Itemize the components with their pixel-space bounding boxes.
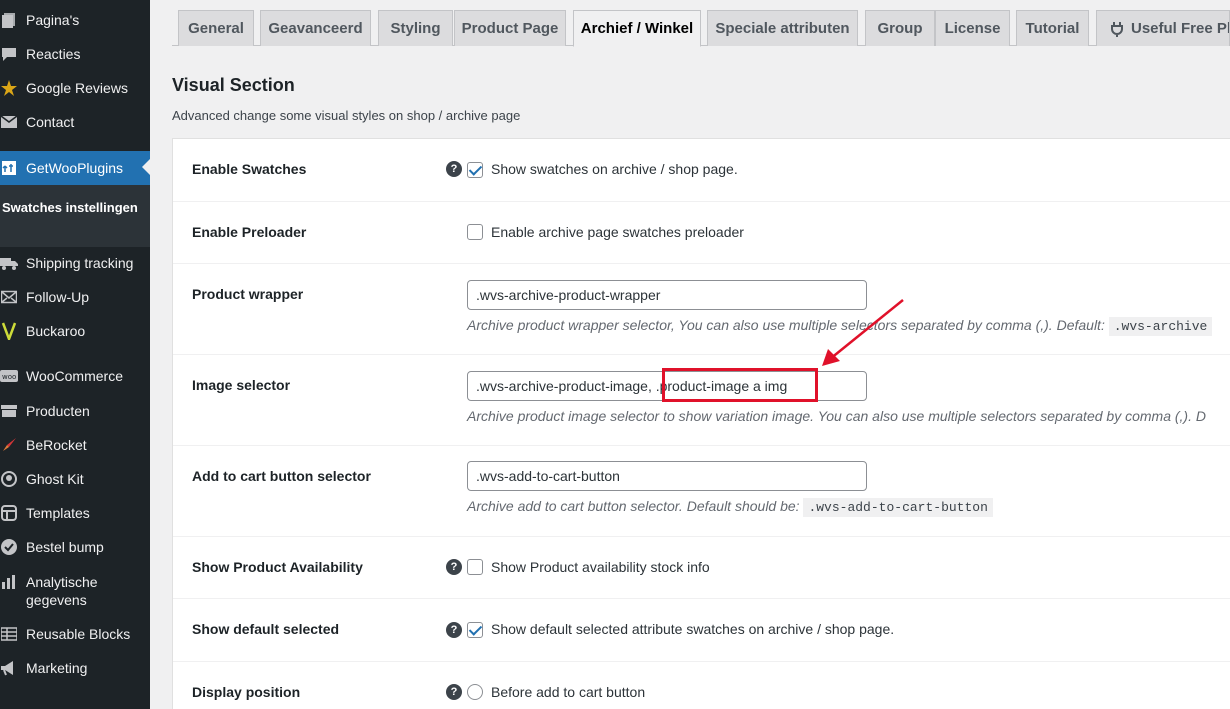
sidebar-item-berocket[interactable]: BeRocket [0,436,150,454]
woo-icon: woo [0,367,18,385]
row-product-availability: Show Product Availability ? Show Product… [173,537,1230,599]
comments-icon [0,45,18,63]
sidebar-item-google-reviews[interactable]: Google Reviews [0,79,150,97]
add-to-cart-description: Archive add to cart button selector. Def… [467,498,993,517]
truck-icon [0,254,18,272]
megaphone-icon [0,659,18,677]
envelope-icon [0,288,18,306]
row-default-selected: Show default selected ? Show default sel… [173,599,1230,662]
row-product-wrapper: Product wrapper .wvs-archive-product-wra… [173,264,1230,355]
buckaroo-icon [0,322,18,340]
row-enable-preloader: Enable Preloader Enable archive page swa… [173,202,1230,264]
settings-tabs: General Geavanceerd Styling Product Page… [172,0,1230,47]
tab-archive-shop[interactable]: Archief / Winkel [573,10,701,47]
plug-icon [1109,21,1125,37]
plugin-icon [0,159,18,177]
sidebar-item-ghost-kit[interactable]: Ghost Kit [0,470,150,488]
svg-text:woo: woo [2,373,16,381]
tab-advanced[interactable]: Geavanceerd [260,10,371,46]
sidebar-item-templates[interactable]: Templates [0,504,150,522]
section-description: Advanced change some visual styles on sh… [172,108,521,123]
tab-group[interactable]: Group [865,10,935,46]
sidebar-item-follow-up[interactable]: Follow-Up [0,288,150,306]
check-circle-icon [0,538,18,556]
tab-license[interactable]: License [935,10,1010,46]
sidebar-item-buckaroo[interactable]: Buckaroo [0,322,150,340]
tab-general[interactable]: General [178,10,254,46]
submenu-item-swatches-settings[interactable]: Swatches instellingen [2,199,142,217]
enable-swatches-checkbox[interactable] [467,162,483,178]
row-display-position: Display position ? Before add to cart bu… [192,684,646,700]
admin-sidebar: Pagina's Reacties Google Reviews Contact… [0,0,150,709]
sidebar-item-reusable-blocks[interactable]: Reusable Blocks [0,625,150,643]
pages-icon [0,11,18,29]
help-icon[interactable]: ? [446,622,462,638]
help-icon[interactable]: ? [446,684,462,700]
display-position-radio[interactable] [467,684,483,700]
sidebar-item-comments[interactable]: Reacties [0,45,150,63]
row-add-to-cart: Add to cart button selector .wvs-add-to-… [173,446,1230,537]
tab-product-page[interactable]: Product Page [454,10,566,46]
templates-icon [0,504,18,522]
product-wrapper-input[interactable]: .wvs-archive-product-wrapper [467,280,867,310]
sidebar-item-analytics[interactable]: Analytische gegevens [0,573,150,609]
product-availability-checkbox[interactable] [467,559,483,575]
help-icon[interactable]: ? [446,161,462,177]
tab-special-attributes[interactable]: Speciale attributen [707,10,858,46]
tab-useful-free-plugins[interactable]: Useful Free Plu [1096,10,1230,46]
sidebar-item-getwooplugins[interactable]: GetWooPlugins [0,151,150,185]
sidebar-item-shipping-tracking[interactable]: Shipping tracking [0,254,150,272]
sidebar-item-contact[interactable]: Contact [0,113,150,131]
sidebar-item-pages[interactable]: Pagina's [0,11,150,29]
add-to-cart-input[interactable]: .wvs-add-to-cart-button [467,461,867,491]
image-selector-description: Archive product image selector to show v… [467,408,1206,424]
section-title: Visual Section [172,75,295,95]
ghost-icon [0,470,18,488]
sidebar-item-woocommerce[interactable]: woo WooCommerce [0,367,150,385]
enable-preloader-checkbox[interactable] [467,224,483,240]
settings-form: Enable Swatches ? Show swatches on archi… [172,138,1230,709]
rocket-icon [0,436,18,454]
sidebar-submenu: Swatches instellingen [0,185,150,247]
chart-icon [0,573,18,591]
sidebar-item-marketing[interactable]: Marketing [0,659,150,677]
default-selected-checkbox[interactable] [467,622,483,638]
tab-tutorial[interactable]: Tutorial [1016,10,1089,46]
products-icon [0,402,18,420]
blocks-icon [0,625,18,643]
sidebar-item-products[interactable]: Producten [0,402,150,420]
mail-icon [0,113,18,131]
row-enable-swatches: Enable Swatches ? Show swatches on archi… [173,139,1230,202]
annotation-arrow [822,299,904,366]
star-icon [0,79,18,97]
annotation-highlight-box [662,368,818,402]
sidebar-item-order-bump[interactable]: Bestel bump [0,538,150,556]
help-icon[interactable]: ? [446,559,462,575]
tab-styling[interactable]: Styling [378,10,453,46]
